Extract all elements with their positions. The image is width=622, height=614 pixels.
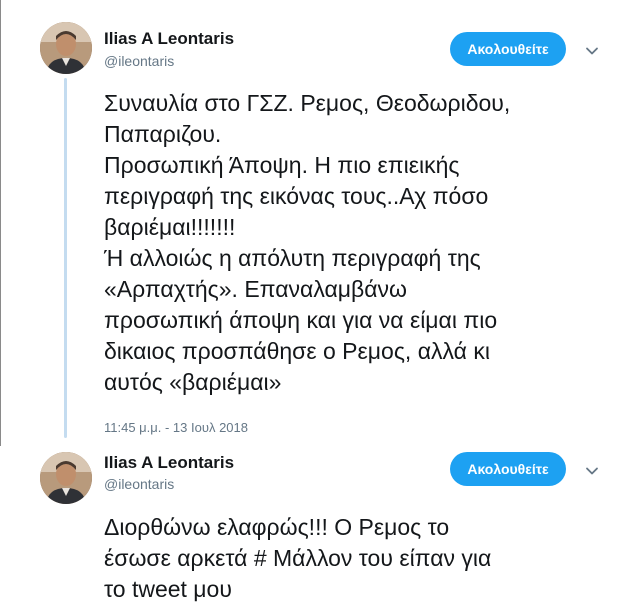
tweet-text: Διορθώνω ελαφρώς!!! Ο Ρεμος το έσωσε αρκ… xyxy=(104,514,492,602)
display-name[interactable]: Ilias A Leontaris xyxy=(104,453,234,473)
chevron-down-icon[interactable] xyxy=(584,43,600,59)
chevron-down-icon[interactable] xyxy=(584,463,600,479)
tweet-timestamp[interactable]: 11:45 μ.μ. - 13 Ιουλ 2018 xyxy=(104,420,248,435)
avatar[interactable] xyxy=(40,452,92,504)
avatar-image xyxy=(40,22,92,74)
tweet-text: Συναυλία στο ΓΣΖ. Ρεμος, Θεοδωριδου, Παπ… xyxy=(104,90,511,395)
tweet-thread: Ilias A Leontaris @ileontaris Ακολουθείτ… xyxy=(0,0,622,614)
user-handle[interactable]: @ileontaris xyxy=(104,476,174,492)
user-handle[interactable]: @ileontaris xyxy=(104,53,174,69)
tweet: Ilias A Leontaris @ileontaris Ακολουθείτ… xyxy=(0,446,622,614)
display-name[interactable]: Ilias A Leontaris xyxy=(104,29,234,49)
avatar-image xyxy=(40,452,92,504)
following-button[interactable]: Ακολουθείτε xyxy=(450,32,566,66)
tweet: Ilias A Leontaris @ileontaris Ακολουθείτ… xyxy=(0,0,622,446)
avatar[interactable] xyxy=(40,22,92,74)
following-button[interactable]: Ακολουθείτε xyxy=(450,452,566,486)
